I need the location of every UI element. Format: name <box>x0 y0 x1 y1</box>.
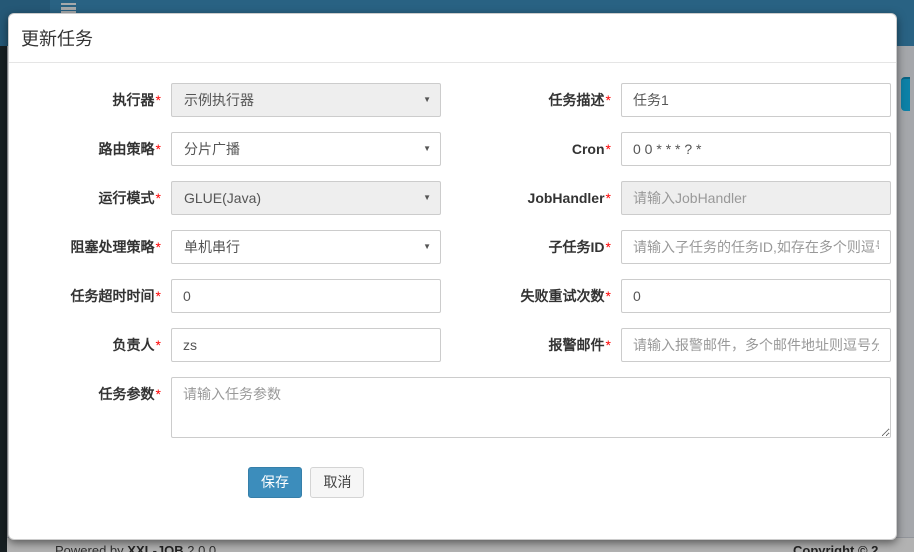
modal-body: 执行器* 示例执行器 ▼ 任务描述* 路由策略* 分片广播 ▼ Cron* <box>9 63 896 498</box>
fail-retry-label: 失败重试次数* <box>441 279 611 313</box>
block-strategy-label: 阻塞处理策略* <box>25 230 161 264</box>
cron-label: Cron* <box>441 132 611 166</box>
route-strategy-select-value: 分片广播 <box>184 141 240 157</box>
save-button[interactable]: 保存 <box>248 467 302 498</box>
jobhandler-label: JobHandler* <box>441 181 611 215</box>
child-jobid-label: 子任务ID* <box>441 230 611 264</box>
job-param-textarea[interactable] <box>171 377 891 438</box>
author-label: 负责人* <box>25 328 161 362</box>
required-asterisk: * <box>606 141 611 157</box>
required-asterisk: * <box>156 337 161 353</box>
required-asterisk: * <box>606 288 611 304</box>
required-asterisk: * <box>606 92 611 108</box>
timeout-input[interactable] <box>171 279 441 313</box>
executor-label: 执行器* <box>25 83 161 117</box>
author-input[interactable] <box>171 328 441 362</box>
chevron-down-icon: ▼ <box>423 181 431 215</box>
job-desc-input[interactable] <box>621 83 891 117</box>
required-asterisk: * <box>606 190 611 206</box>
required-asterisk: * <box>156 92 161 108</box>
route-strategy-select[interactable]: 分片广播 ▼ <box>171 132 441 166</box>
glue-type-label: 运行模式* <box>25 181 161 215</box>
chevron-down-icon: ▼ <box>423 132 431 166</box>
alarm-email-label: 报警邮件* <box>441 328 611 362</box>
required-asterisk: * <box>156 239 161 255</box>
modal-title: 更新任务 <box>21 28 884 50</box>
job-desc-label: 任务描述* <box>441 83 611 117</box>
fail-retry-input[interactable] <box>621 279 891 313</box>
required-asterisk: * <box>606 239 611 255</box>
cancel-button[interactable]: 取消 <box>310 467 364 498</box>
required-asterisk: * <box>156 386 161 402</box>
jobhandler-input[interactable] <box>621 181 891 215</box>
modal-header: 更新任务 <box>9 14 896 63</box>
required-asterisk: * <box>156 190 161 206</box>
glue-type-select-value: GLUE(Java) <box>184 190 261 206</box>
update-job-modal: 更新任务 执行器* 示例执行器 ▼ 任务描述* 路由策略* 分片广播 ▼ <box>8 13 897 540</box>
job-param-label: 任务参数* <box>25 377 161 438</box>
child-jobid-input[interactable] <box>621 230 891 264</box>
required-asterisk: * <box>156 288 161 304</box>
cron-input[interactable] <box>621 132 891 166</box>
executor-select-value: 示例执行器 <box>184 92 254 108</box>
timeout-label: 任务超时时间* <box>25 279 161 313</box>
alarm-email-input[interactable] <box>621 328 891 362</box>
required-asterisk: * <box>606 337 611 353</box>
required-asterisk: * <box>156 141 161 157</box>
block-strategy-select-value: 单机串行 <box>184 239 240 255</box>
executor-select[interactable]: 示例执行器 ▼ <box>171 83 441 117</box>
glue-type-select[interactable]: GLUE(Java) ▼ <box>171 181 441 215</box>
route-strategy-label: 路由策略* <box>25 132 161 166</box>
block-strategy-select[interactable]: 单机串行 ▼ <box>171 230 441 264</box>
chevron-down-icon: ▼ <box>423 230 431 264</box>
chevron-down-icon: ▼ <box>423 83 431 117</box>
